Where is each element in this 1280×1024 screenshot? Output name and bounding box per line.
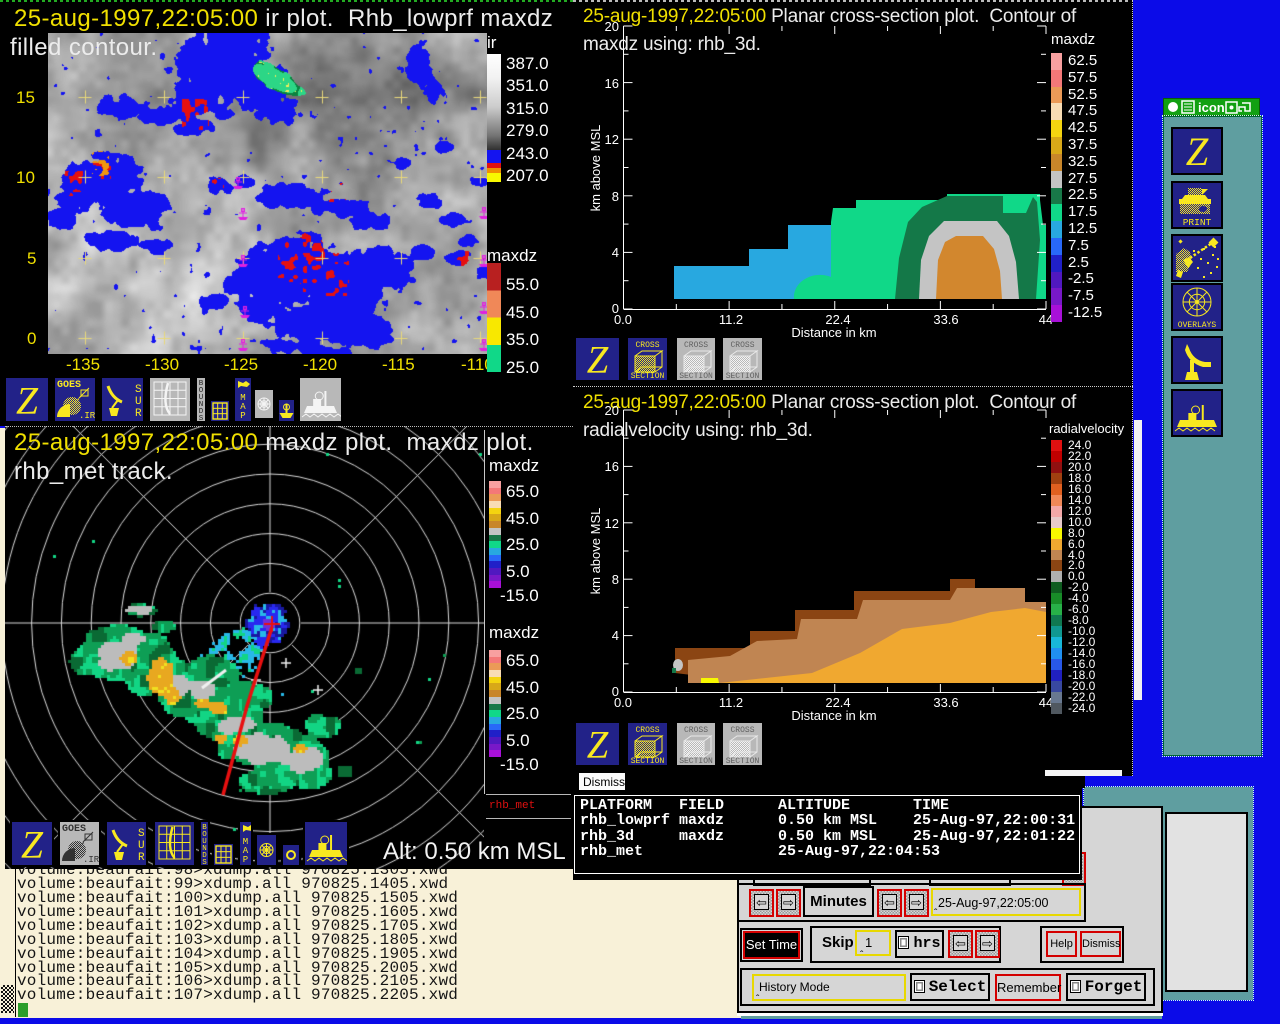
svg-text:4: 4 — [612, 245, 619, 260]
svg-text:Z: Z — [1186, 129, 1209, 173]
svg-text:icon: icon — [1198, 100, 1225, 115]
svg-text:Z: Z — [21, 822, 44, 865]
svg-text:SECTION: SECTION — [631, 757, 665, 765]
svg-text:8: 8 — [612, 572, 619, 587]
svg-text:PRINT: PRINT — [1183, 217, 1212, 227]
svg-text:CROSS: CROSS — [684, 726, 708, 735]
svg-text:0.0: 0.0 — [614, 695, 632, 710]
svg-text:GOES: GOES — [62, 824, 86, 835]
svg-text:U: U — [135, 396, 142, 408]
svg-text:12: 12 — [605, 516, 619, 531]
svg-text:.IR: .IR — [79, 411, 95, 421]
svg-text:Z: Z — [16, 378, 39, 421]
svg-text:S: S — [202, 859, 207, 865]
svg-text:SECTION: SECTION — [726, 372, 760, 380]
svg-text:R: R — [135, 408, 142, 420]
svg-text:8: 8 — [612, 189, 619, 204]
svg-text:12: 12 — [605, 132, 619, 147]
svg-text:S: S — [138, 828, 145, 840]
svg-text:CROSS: CROSS — [730, 726, 754, 735]
svg-text:SECTION: SECTION — [679, 757, 713, 765]
svg-text:16: 16 — [605, 76, 619, 91]
svg-text:33.6: 33.6 — [933, 695, 958, 710]
svg-text:SECTION: SECTION — [726, 757, 760, 765]
svg-text:P: P — [240, 411, 245, 421]
svg-text:CROSS: CROSS — [635, 726, 659, 735]
svg-text:11.2: 11.2 — [719, 695, 743, 710]
svg-text:Z: Z — [587, 724, 609, 765]
svg-text:11.2: 11.2 — [719, 312, 743, 327]
svg-text:CROSS: CROSS — [684, 341, 708, 350]
svg-text:R: R — [138, 852, 145, 864]
svg-text:OVERLAYS: OVERLAYS — [1178, 321, 1217, 329]
svg-text:SECTION: SECTION — [679, 372, 713, 380]
svg-text:P: P — [243, 855, 248, 865]
svg-text:Z: Z — [587, 339, 609, 380]
svg-text:33.6: 33.6 — [933, 312, 958, 327]
svg-text:CROSS: CROSS — [730, 341, 754, 350]
svg-text:Distance in km: Distance in km — [791, 325, 876, 340]
svg-text:SECTION: SECTION — [631, 372, 665, 380]
svg-text:0.0: 0.0 — [614, 312, 632, 327]
svg-text:S: S — [199, 415, 204, 421]
svg-text:S: S — [135, 384, 142, 396]
svg-text:.IR: .IR — [83, 855, 99, 865]
svg-text:4: 4 — [612, 628, 619, 643]
svg-text:20: 20 — [605, 403, 619, 418]
svg-text:CROSS: CROSS — [635, 341, 659, 350]
svg-text:U: U — [138, 840, 145, 852]
svg-text:20: 20 — [605, 19, 619, 34]
svg-text:Distance in km: Distance in km — [791, 708, 876, 723]
svg-text:GOES: GOES — [57, 380, 81, 391]
svg-text:km above MSL: km above MSL — [588, 125, 603, 212]
svg-text:16: 16 — [605, 459, 619, 474]
svg-text:km above MSL: km above MSL — [588, 508, 603, 595]
